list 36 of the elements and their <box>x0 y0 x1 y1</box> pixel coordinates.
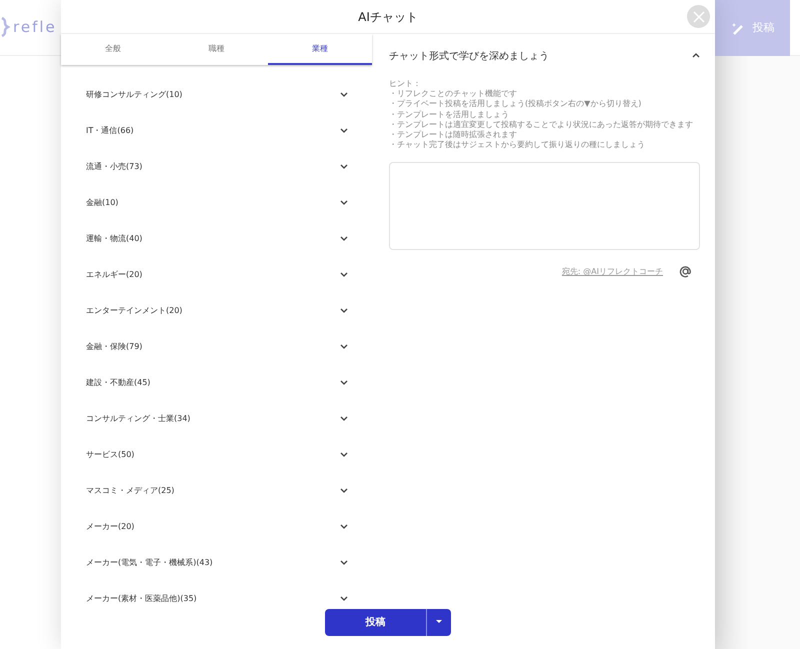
hint-heading: ヒント： <box>389 79 422 90</box>
message-input[interactable] <box>389 162 700 250</box>
tab[interactable]: 職種 <box>164 34 268 65</box>
hint-line: ・テンプレートを活用しましょう <box>389 110 510 120</box>
chevron-icon <box>340 452 348 458</box>
logo-icon <box>0 16 10 38</box>
magic-wand-icon <box>730 22 744 34</box>
chevron-icon <box>340 236 348 242</box>
submit-button[interactable]: 投稿 <box>325 609 426 636</box>
chevron-icon <box>340 596 348 602</box>
chevron-icon <box>340 416 348 422</box>
logo-text: refle <box>13 17 57 38</box>
chevron-icon <box>340 200 348 206</box>
chevron-icon <box>340 164 348 170</box>
tab[interactable]: 業種 <box>268 34 372 65</box>
caret-icon <box>436 620 442 624</box>
hint-line: ・チャット完了後はサジェストから要約して振り返りの種にしましょう <box>389 140 646 150</box>
hint-line: ・リフレクことのチャット機能です <box>389 89 518 99</box>
chevron-icon <box>340 272 348 278</box>
hint-line: ・プライベート投稿を活用しましょう(投稿ボタン右の▼から切り替え) <box>389 99 642 110</box>
mention-icon[interactable] <box>679 265 692 278</box>
chevron-icon <box>340 344 348 350</box>
chevron-icon <box>340 488 348 494</box>
chevron-icon <box>692 53 700 58</box>
chevron-icon <box>340 308 348 314</box>
chevron-icon <box>340 380 348 386</box>
close-icon <box>692 10 704 22</box>
hint-line: ・テンプレートは随時拡張されます <box>389 130 518 140</box>
chevron-icon <box>340 524 348 530</box>
hint-line: ・テンプレートは適宜変更して投稿することでより状況にあった返答が期待できます <box>389 120 694 130</box>
chevron-icon <box>340 128 348 134</box>
chevron-icon <box>340 92 348 98</box>
chevron-icon <box>340 560 348 566</box>
dropdown-toggle[interactable] <box>426 609 451 636</box>
modal-title: AIチャット <box>358 8 418 26</box>
tab[interactable]: 全般 <box>61 34 165 65</box>
